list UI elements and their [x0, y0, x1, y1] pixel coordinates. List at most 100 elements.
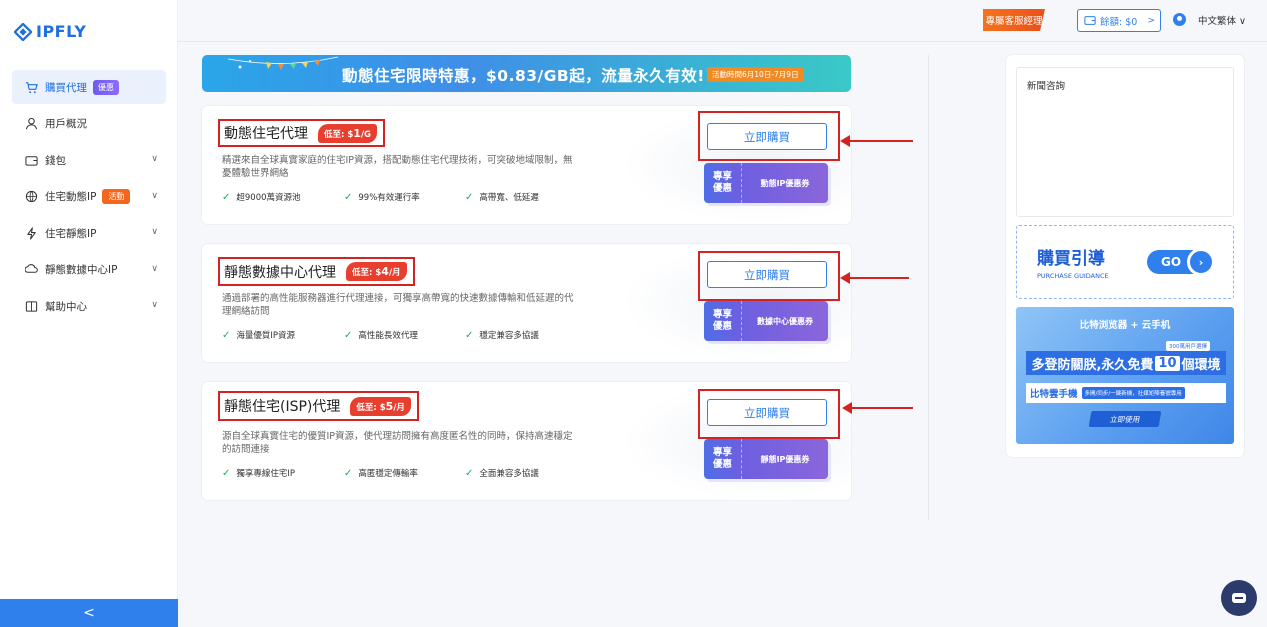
check-icon: ✓	[344, 191, 353, 203]
feature-item: ✓ 全面兼容多協議	[465, 467, 539, 480]
balance-button[interactable]: 餘額: $0 >	[1077, 9, 1161, 32]
chat-support-button[interactable]	[1221, 580, 1257, 616]
guide-subtitle: PURCHASE GUIDANCE	[1037, 272, 1109, 280]
sidebar-item-label: 錢包	[45, 154, 66, 167]
banner-date-tag: 活動時間6月10日-7月9日	[707, 67, 804, 82]
card-description: 源自全球真實住宅的優質IP資源，使代理訪問擁有高度匿名性的同時，保持高速穩定的訪…	[222, 431, 573, 455]
ad-headline: 多登防關朕,永久免費 10 個環境	[1026, 351, 1226, 375]
sidebar-nav: 購買代理 優惠 用戶概況 錢包 ∨ 住宅動態IP 活動 ∨ 住宅靜態IP ∨ 靜…	[0, 70, 178, 326]
divider	[928, 55, 929, 520]
chevron-right-icon: >	[1147, 15, 1155, 26]
bitbrowser-ad[interactable]: 比特浏览器 + 云手机 300萬用戶選擇 多登防關朕,永久免費 10 個環境 比…	[1016, 307, 1234, 444]
sidebar-item-user-overview[interactable]: 用戶概況	[12, 107, 166, 141]
price-value: 1	[353, 126, 361, 140]
ad-product-tag: 多開/同步/一鍵新機，社媒矩陣養號專用	[1081, 387, 1185, 399]
buy-now-button[interactable]: 立即購買	[707, 399, 827, 426]
check-icon: ✓	[465, 191, 474, 203]
ad-headline-number: 10	[1155, 355, 1180, 371]
product-card-static-datacenter: 靜態數據中心代理 低至: $4/月 通過部署的高性能服務器進行代理連接，可獨享高…	[202, 244, 851, 362]
card-title: 靜態住宅(ISP)代理	[224, 399, 341, 415]
check-icon: ✓	[344, 467, 353, 479]
sidebar: IPFLY 購買代理 優惠 用戶概況 錢包 ∨ 住宅動態IP 活動 ∨ 住宅靜態…	[0, 0, 178, 627]
feature-list: ✓ 獨享專線住宅IP ✓ 高匿穩定傳輸率 ✓ 全面兼容多協議	[222, 467, 539, 480]
price-prefix: 低至: $	[352, 268, 382, 278]
buy-now-button[interactable]: 立即購買	[707, 261, 827, 288]
check-icon: ✓	[222, 329, 231, 341]
sidebar-item-static-datacenter[interactable]: 靜態數據中心IP ∨	[12, 253, 166, 287]
sidebar-collapse-button[interactable]: <	[0, 599, 178, 627]
feature-item: ✓ 99%有效運行率	[344, 191, 465, 204]
sidebar-item-static-residential[interactable]: 住宅靜態IP ∨	[12, 216, 166, 250]
sidebar-item-label: 用戶概況	[45, 118, 87, 130]
coupon-label: 專享 優惠	[704, 301, 742, 341]
sidebar-item-label: 購買代理	[45, 81, 87, 94]
card-description: 精選來自全球真實家庭的住宅IP資源，搭配動態住宅代理技術，可突破地域限制，無憂體…	[222, 155, 573, 179]
coupon-label-line: 專享	[712, 171, 732, 182]
check-icon: ✓	[222, 191, 231, 203]
ad-product-name: 比特雲手機	[1030, 389, 1078, 400]
promo-banner[interactable]: 動態住宅限時特惠，$0.83/GB起，流量永久有效! 活動時間6月10日-7月9…	[202, 55, 851, 92]
feature-text: 全面兼容多協議	[479, 469, 539, 479]
sidebar-item-label: 幫助中心	[45, 300, 87, 313]
coupon-label-line: 優惠	[712, 459, 732, 470]
ad-brand: 比特浏览器 + 云手机	[1079, 320, 1171, 331]
feature-item: ✓ 高匿穩定傳輸率	[344, 467, 465, 480]
news-panel: 新聞咨詢	[1016, 67, 1234, 217]
go-button[interactable]: GO ›	[1147, 248, 1215, 276]
chevron-down-icon: ∨	[151, 227, 158, 237]
purchase-guide[interactable]: 購買引導 PURCHASE GUIDANCE GO ›	[1016, 225, 1234, 299]
coupon-label: 專享 優惠	[704, 439, 742, 479]
logo[interactable]: IPFLY	[14, 22, 86, 41]
coupon-card[interactable]: 專享 優惠 靜態IP優惠券	[704, 439, 828, 479]
price-tag: 低至: $4/月	[346, 262, 407, 281]
coupon-label-line: 專享	[712, 309, 732, 320]
feature-text: 穩定兼容多協議	[479, 331, 539, 341]
chevron-down-icon: ∨	[151, 190, 158, 201]
chevron-down-icon: ∨	[151, 300, 158, 310]
coupon-label-line: 優惠	[712, 183, 732, 194]
avatar[interactable]	[1173, 13, 1186, 26]
coupon-card[interactable]: 專享 優惠 數據中心優惠券	[704, 301, 828, 341]
coupon-name: 靜態IP優惠券	[760, 454, 810, 464]
sidebar-item-wallet[interactable]: 錢包 ∨	[12, 143, 166, 177]
go-label: GO	[1161, 255, 1182, 269]
card-title: 動態住宅代理	[224, 126, 308, 142]
help-icon	[24, 299, 38, 313]
chevron-down-icon: ∨	[151, 263, 158, 274]
cart-icon	[24, 80, 38, 94]
coupon-label-line: 專享	[712, 447, 732, 458]
language-selector[interactable]: 中文繁体 ∨	[1198, 13, 1246, 27]
chevron-left-icon: <	[83, 605, 95, 621]
sidebar-item-dynamic-residential[interactable]: 住宅動態IP 活動 ∨	[12, 180, 166, 214]
price-unit: /G	[360, 129, 372, 140]
wallet-icon	[24, 153, 38, 167]
price-tag: 低至: $5/月	[350, 396, 411, 416]
sidebar-item-label: 住宅動態IP	[45, 191, 97, 203]
feature-item: ✓ 超9000萬資源池	[222, 191, 344, 204]
activity-badge: 活動	[102, 189, 131, 204]
vip-manager-button[interactable]: 專屬客服經理	[983, 9, 1045, 31]
price-tag: 低至: $1/G	[318, 123, 378, 143]
feature-text: 海量優質IP資源	[236, 331, 296, 341]
coupon-label: 專享 優惠	[704, 163, 742, 203]
right-panel: 新聞咨詢 購買引導 PURCHASE GUIDANCE GO › 比特浏览器 +…	[1006, 55, 1244, 457]
ad-cta-button[interactable]: 立即使用	[1088, 411, 1162, 427]
bolt-icon	[24, 226, 38, 240]
ad-subline: 比特雲手機 多開/同步/一鍵新機，社媒矩陣養號專用	[1026, 383, 1226, 403]
chat-icon	[1232, 593, 1246, 603]
arrow-right-icon: ›	[1187, 248, 1215, 276]
buy-now-button[interactable]: 立即購買	[707, 123, 827, 150]
coupon-card[interactable]: 專享 優惠 動態IP優惠券	[704, 163, 828, 203]
annotation-arrow	[840, 272, 909, 284]
sidebar-item-help-center[interactable]: 幫助中心 ∨	[12, 289, 166, 323]
coupon-name: 數據中心優惠券	[757, 316, 813, 326]
card-title-highlight: 靜態住宅(ISP)代理 低至: $5/月	[218, 391, 419, 421]
sidebar-item-buy-proxy[interactable]: 購買代理 優惠	[12, 70, 166, 104]
price-unit: /月	[393, 402, 405, 413]
annotation-arrow	[840, 135, 913, 147]
feature-item: ✓ 穩定兼容多協議	[465, 329, 539, 342]
feature-item: ✓ 高帶寬、低延遲	[465, 191, 539, 204]
check-icon: ✓	[344, 329, 353, 341]
discount-badge: 優惠	[93, 79, 119, 95]
card-description: 通過部署的高性能服務器進行代理連接，可獨享高帶寬的快速數據傳輸和低延遲的代理網絡…	[222, 293, 574, 317]
